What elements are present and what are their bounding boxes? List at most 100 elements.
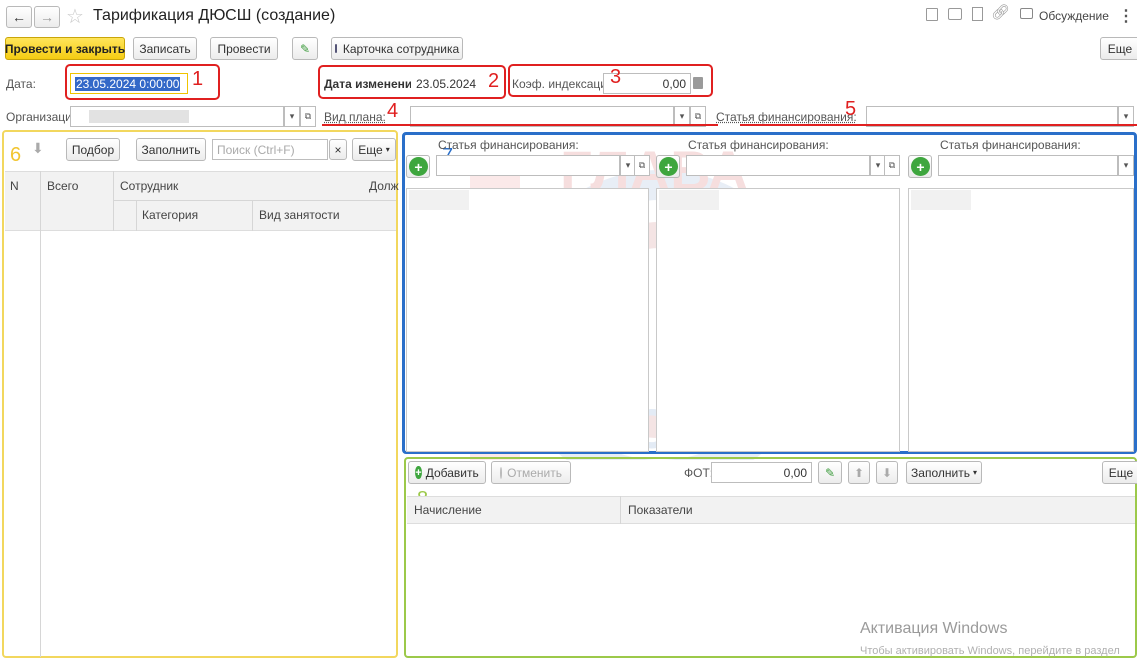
annotation-5: 5	[845, 98, 857, 120]
add-icon: +	[415, 466, 422, 479]
annotation-box-2	[318, 65, 506, 99]
arrow-up-icon: ⬆	[853, 465, 865, 480]
windows-activation-subtitle: Чтобы активировать Windows, перейдите в …	[860, 645, 1120, 657]
fot-value: 0,00	[783, 465, 807, 480]
finance-panel-2-label: Статья финансирования:	[688, 138, 829, 152]
column-header-employment-type[interactable]: Вид занятости	[259, 208, 340, 222]
add-accrual-label: Добавить	[425, 465, 479, 480]
cancel-accrual-button[interactable]: Отменить	[491, 461, 571, 484]
annotation-line-4	[322, 124, 718, 126]
annotation-line-5	[740, 124, 1137, 126]
post-and-close-button[interactable]: Провести и закрыть	[5, 37, 125, 60]
pen-icon: ✎	[824, 465, 836, 480]
finance-panel-2-list[interactable]	[656, 188, 900, 452]
column-header-n[interactable]: N	[10, 179, 19, 193]
save-button[interactable]: Записать	[133, 37, 197, 60]
employee-card-button[interactable]: Карточка сотрудника	[331, 37, 463, 60]
fill-button[interactable]: Заполнить	[136, 138, 206, 161]
annotation-6: 6	[10, 144, 22, 166]
window-title: Тарификация ДЮСШ (создание)	[93, 7, 336, 24]
select-button[interactable]: Подбор	[66, 138, 120, 161]
more-menu-icon[interactable]: ⋮	[1118, 6, 1134, 26]
column-header-total[interactable]: Всего	[47, 179, 78, 193]
finance-panel-1-list[interactable]	[406, 188, 649, 452]
add-icon: +	[911, 157, 930, 176]
arrow-down-icon: ⬇	[881, 465, 893, 480]
org-input[interactable]	[70, 106, 284, 127]
move-down-icon[interactable]: ⬇	[32, 140, 44, 157]
cancel-accrual-label: Отменить	[507, 465, 562, 480]
col-divider	[40, 171, 41, 657]
accrual-fill-label: Заполнить	[911, 465, 970, 480]
edit-pen-button[interactable]: ✎	[292, 37, 318, 60]
column-header-accrual[interactable]: Начисление	[414, 503, 482, 517]
annotation-4: 4	[387, 100, 399, 122]
employee-card-label: Карточка сотрудника	[342, 41, 460, 56]
print-icon[interactable]	[948, 8, 962, 20]
column-header-position[interactable]: Долж	[369, 179, 399, 193]
org-value-redacted	[89, 110, 189, 123]
finance-panel-2-add-button[interactable]: +	[656, 155, 680, 178]
favorite-star-icon[interactable]: ☆	[66, 4, 84, 29]
finance-panel-1-header	[409, 190, 469, 210]
org-open-button[interactable]: ⧉	[300, 106, 316, 127]
annotation-2: 2	[488, 70, 500, 92]
post-button[interactable]: Провести	[210, 37, 278, 60]
finance-panel-3-dropdown[interactable]: ▾	[1118, 155, 1134, 176]
fot-input[interactable]: 0,00	[711, 462, 812, 483]
plan-type-label: Вид плана:	[324, 110, 386, 124]
accrual-more-button[interactable]: Еще	[1102, 461, 1137, 484]
annotation-1: 1	[192, 68, 204, 90]
discussion-link[interactable]: Обсуждение	[1039, 9, 1109, 23]
chevron-down-icon: ▾	[972, 468, 977, 477]
finance-panel-1-open[interactable]: ⧉	[634, 155, 650, 176]
finance-panel-2-input[interactable]	[686, 155, 870, 176]
finance-panel-3-label: Статья финансирования:	[940, 138, 1081, 152]
column-header-category[interactable]: Категория	[142, 208, 198, 222]
left-more-label: Еще	[358, 142, 383, 157]
forward-button[interactable]: →	[34, 6, 60, 28]
finance-panel-1-label: Статья финансирования:	[438, 138, 579, 152]
finance-panel-3-add-button[interactable]: +	[908, 155, 932, 178]
edit-fot-button[interactable]: ✎	[818, 461, 842, 484]
link-icon[interactable]: 🔗︎	[991, 3, 1010, 21]
move-down-button[interactable]: ⬇	[876, 461, 898, 484]
finance-panel-1-add-button[interactable]: +	[406, 155, 430, 178]
org-dropdown-button[interactable]: ▾	[284, 106, 300, 127]
search-clear-button[interactable]: ×	[329, 139, 347, 160]
column-header-indicators[interactable]: Показатели	[628, 503, 693, 517]
finance-panel-3-input[interactable]	[938, 155, 1118, 176]
add-accrual-button[interactable]: + Добавить	[408, 461, 486, 484]
discussion-icon[interactable]	[1020, 8, 1033, 19]
col-divider	[136, 200, 137, 231]
toolbar-more-button[interactable]: Еще	[1100, 37, 1137, 60]
finance-item-label: Статья финансирования:	[716, 110, 857, 124]
search-placeholder: Поиск (Ctrl+F)	[217, 142, 295, 157]
column-header-employee[interactable]: Сотрудник	[120, 179, 178, 193]
col-divider	[113, 171, 114, 231]
finance-panel-1-input[interactable]	[436, 155, 620, 176]
chevron-down-icon: ▾	[385, 145, 390, 154]
finance-panel-2-header	[659, 190, 719, 210]
fot-label: ФОТ:	[684, 466, 714, 480]
finance-panel-3-header	[911, 190, 971, 210]
accrual-fill-button[interactable]: Заполнить ▾	[906, 461, 982, 484]
pen-icon: ✎	[299, 41, 311, 56]
accruals-table-header	[407, 496, 1135, 524]
add-icon: +	[409, 157, 428, 176]
accruals-panel	[404, 457, 1137, 658]
annotation-3: 3	[610, 66, 622, 88]
left-more-button[interactable]: Еще ▾	[352, 138, 396, 161]
add-icon: +	[659, 157, 678, 176]
save-icon[interactable]	[926, 8, 938, 21]
search-input[interactable]: Поиск (Ctrl+F)	[212, 139, 328, 160]
printer-icon	[334, 44, 337, 53]
back-button[interactable]: ←	[6, 6, 32, 28]
col-divider	[620, 496, 621, 524]
move-up-button[interactable]: ⬆	[848, 461, 870, 484]
preview-icon[interactable]	[972, 7, 983, 21]
cancel-icon	[500, 466, 503, 479]
finance-panel-3-list[interactable]	[908, 188, 1134, 452]
finance-panel-2-open[interactable]: ⧉	[884, 155, 900, 176]
row-divider	[113, 200, 396, 201]
